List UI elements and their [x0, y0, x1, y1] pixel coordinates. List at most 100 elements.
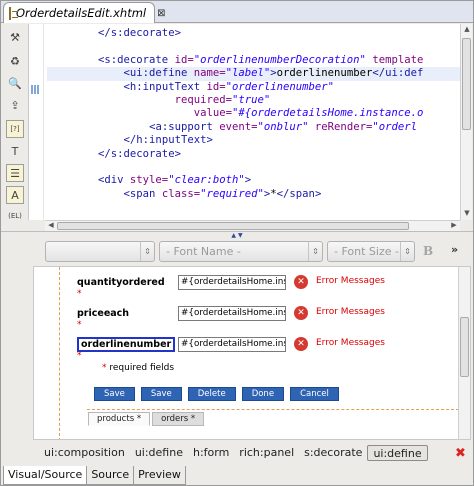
save-button[interactable]: Save	[94, 387, 135, 401]
tab-visual-source[interactable]: Visual/Source	[3, 466, 88, 485]
code-line[interactable]: required="true"	[47, 94, 460, 107]
cancel-button[interactable]: Cancel	[290, 387, 339, 401]
el-icon-glyph: (EL)	[8, 211, 22, 220]
code-line[interactable]: <div style="clear:both">	[47, 174, 460, 187]
editor-tab-title: OrderdetailsEdit.xhtml	[16, 6, 147, 20]
frame-icon[interactable]: [?]	[6, 120, 24, 138]
code-line[interactable]	[47, 161, 460, 174]
scroll-up-arrow-icon[interactable]: ▲	[462, 25, 472, 35]
source-code-pane[interactable]: </s:decorate> <s:decorate id="orderlinen…	[28, 24, 460, 220]
code-line[interactable]	[47, 40, 460, 53]
delete-button[interactable]: Delete	[187, 387, 236, 401]
required-note: * required fields	[102, 363, 174, 373]
editor-mode-tabs: Visual/Source Source Preview	[3, 466, 186, 485]
code-token-tag: <a:support	[149, 120, 220, 133]
code-line[interactable]: </s:decorate>	[47, 27, 460, 40]
css-icon[interactable]: ☰	[6, 164, 24, 182]
breadcrumb-item[interactable]: h:form	[188, 445, 234, 461]
code-line[interactable]: <s:decorate id="orderlinenumberDecoratio…	[47, 54, 460, 67]
code-token-attr: event=	[219, 120, 258, 133]
visual-scroll-thumb[interactable]	[460, 317, 469, 377]
scroll-right-arrow-icon[interactable]: ▶	[449, 221, 459, 231]
code-line[interactable]: value="#{orderdetailsHome.instance.o	[47, 107, 460, 120]
field-input[interactable]: #{orderdetailsHome.instan	[178, 306, 286, 321]
format-combo[interactable]: ⇕	[45, 241, 155, 262]
scroll-thumb[interactable]	[462, 38, 471, 130]
preview-icon-glyph: 🔍	[8, 76, 22, 90]
editor-window: OrderdetailsEdit.xhtml ⊠ ⚒ ♻ 🔍 ⇪ [?] T ☰ A (EL) …	[0, 0, 474, 486]
collapse-down-icon[interactable]: ▼	[238, 232, 243, 239]
tab-preview[interactable]: Preview	[133, 466, 186, 485]
code-token-attr: name=	[193, 67, 226, 80]
breadcrumb-item[interactable]: s:decorate	[299, 445, 367, 461]
xhtml-file-icon	[9, 6, 18, 20]
refresh-icon[interactable]: ♻	[6, 52, 24, 70]
editor-tab[interactable]: OrderdetailsEdit.xhtml ⊠	[3, 2, 166, 23]
font-icon[interactable]: A	[6, 186, 24, 204]
save-button[interactable]: Save	[140, 387, 182, 401]
close-tab-icon[interactable]: ⊠	[157, 8, 165, 19]
code-token-tag: </s:decorate>	[98, 147, 181, 160]
hscroll-thumb[interactable]	[57, 222, 409, 230]
code-line[interactable]: </s:decorate>	[47, 148, 460, 161]
code-line[interactable]: <a:support event="onblur" reRender="orde…	[47, 121, 460, 134]
code-token-tag: </h:inputText>	[123, 134, 213, 147]
scroll-left-arrow-icon[interactable]: ◀	[46, 221, 56, 231]
text-icon[interactable]: T	[6, 142, 24, 160]
font-icon-glyph: A	[11, 188, 19, 202]
tools-icon[interactable]: ⚒	[6, 28, 24, 46]
required-star: *	[77, 351, 82, 361]
code-token-attr: id=	[206, 80, 226, 93]
font-size-combo[interactable]: - Font Size - ⇕	[327, 241, 415, 262]
breadcrumb-item[interactable]: rich:panel	[234, 445, 299, 461]
error-message: Error Messages	[316, 338, 385, 348]
chevron-down-icon[interactable]: ⇕	[308, 242, 322, 261]
close-breadcrumb-icon[interactable]: ✖	[455, 446, 466, 461]
chevron-down-icon[interactable]: ⇕	[140, 242, 154, 261]
code-token-tag: </span>	[276, 187, 322, 200]
breadcrumb-item[interactable]: ui:define	[130, 445, 188, 461]
visual-design-area[interactable]: quantityordered * #{orderdetailsHome.insta…	[33, 266, 471, 440]
code-token-tag: <div	[98, 174, 130, 187]
breadcrumb-item[interactable]: ui:composition	[39, 445, 130, 461]
done-button[interactable]: Done	[241, 387, 285, 401]
collapse-up-icon[interactable]: ▲	[231, 232, 236, 239]
code-vertical-scrollbar[interactable]: ▲ ▼	[460, 24, 472, 220]
code-line[interactable]: <h:inputText id="orderlinenumber"	[47, 81, 460, 94]
format-toolbar: ⇕ - Font Name - ⇕ - Font Size - ⇕ B »	[45, 241, 473, 263]
split-handle[interactable]: ▲ ▼	[1, 231, 473, 239]
preview-icon[interactable]: 🔍	[6, 74, 24, 92]
field-input[interactable]: #{orderdetailsHome.instan	[178, 337, 286, 352]
sub-tab[interactable]: products *	[88, 412, 151, 426]
vertical-toolbar: ⚒ ♻ 🔍 ⇪ [?] T ☰ A (EL)	[2, 24, 28, 229]
code-line[interactable]: </h:inputText>	[47, 134, 460, 147]
code-token-val: "orderlinenumberDecoration"	[193, 53, 366, 66]
editor-ruler	[29, 24, 44, 220]
el-icon[interactable]: (EL)	[6, 207, 24, 225]
field-label[interactable]: priceeach	[77, 308, 129, 319]
code-line[interactable]: <span class="required">*</span>	[47, 188, 460, 201]
current-line-marker	[31, 85, 40, 94]
sub-tab[interactable]: orders *	[152, 412, 205, 426]
tab-source[interactable]: Source	[86, 466, 135, 485]
code-token-attr: value=	[193, 107, 232, 120]
breadcrumb-item[interactable]: ui:define	[367, 445, 428, 461]
code-line[interactable]: <ui:define name="label">orderlinenumber<…	[47, 67, 460, 81]
code-token-val: "#{orderdetailsHome.instance.o	[231, 107, 424, 120]
code-token-tag: >	[244, 174, 252, 187]
field-label[interactable]: quantityordered	[77, 277, 165, 288]
export-icon[interactable]: ⇪	[6, 96, 24, 114]
font-name-combo[interactable]: - Font Name - ⇕	[159, 241, 323, 262]
field-input[interactable]: #{orderdetailsHome.instan	[178, 275, 286, 290]
bold-button[interactable]: B	[423, 244, 433, 258]
code-horizontal-scrollbar[interactable]: ◀ ▶	[45, 220, 460, 231]
scroll-down-arrow-icon[interactable]: ▼	[462, 209, 472, 219]
chevron-down-icon[interactable]: ⇕	[400, 242, 414, 261]
code-lines[interactable]: </s:decorate> <s:decorate id="orderlinen…	[47, 27, 460, 201]
visual-vertical-scrollbar[interactable]	[458, 267, 470, 439]
more-tools-button[interactable]: »	[451, 243, 458, 256]
error-message: Error Messages	[316, 276, 385, 286]
field-label[interactable]: orderlinenumber	[77, 337, 176, 352]
required-star: *	[102, 363, 107, 373]
code-token-tag: </s:decorate>	[98, 27, 181, 39]
